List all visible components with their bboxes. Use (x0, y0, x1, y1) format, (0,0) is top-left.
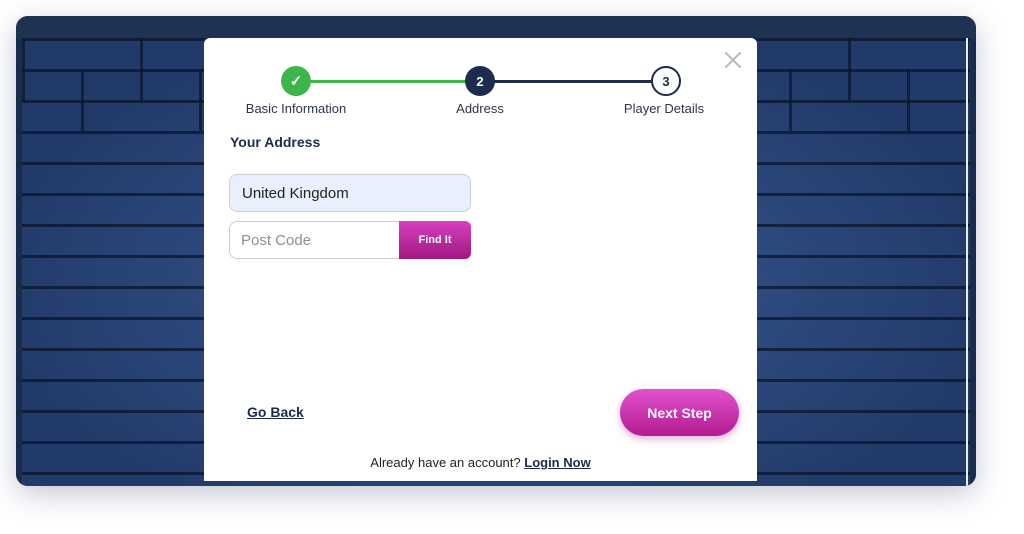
step-2-label: Address (456, 101, 504, 116)
next-step-button[interactable]: Next Step (620, 389, 739, 436)
registration-modal: ✓ 2 3 Basic Information Address Player D… (204, 38, 757, 481)
postcode-row: Find It (229, 221, 471, 259)
step-2-indicator: 2 (465, 66, 495, 96)
step-3-indicator: 3 (651, 66, 681, 96)
section-title: Your Address (230, 134, 321, 150)
stepper-track-complete (296, 80, 480, 83)
window-right-border (966, 38, 968, 486)
window-titlebar (16, 16, 976, 38)
check-icon: ✓ (289, 73, 303, 90)
postcode-input[interactable] (229, 221, 401, 259)
step-3-label: Player Details (623, 101, 705, 116)
step-1-label: Basic Information (245, 101, 347, 116)
progress-stepper: ✓ 2 3 Basic Information Address Player D… (204, 38, 757, 118)
country-value: United Kingdom (242, 184, 349, 202)
country-field[interactable]: United Kingdom (229, 174, 471, 212)
stepper-track-remaining (480, 80, 666, 83)
window-right-edge (970, 38, 976, 486)
login-prompt: Already have an account? Login Now (204, 455, 757, 470)
login-now-link[interactable]: Login Now (524, 455, 590, 470)
step-1-indicator: ✓ (281, 66, 311, 96)
go-back-link[interactable]: Go Back (247, 404, 304, 420)
login-prompt-text: Already have an account? (370, 455, 521, 470)
find-it-button[interactable]: Find It (399, 221, 471, 259)
